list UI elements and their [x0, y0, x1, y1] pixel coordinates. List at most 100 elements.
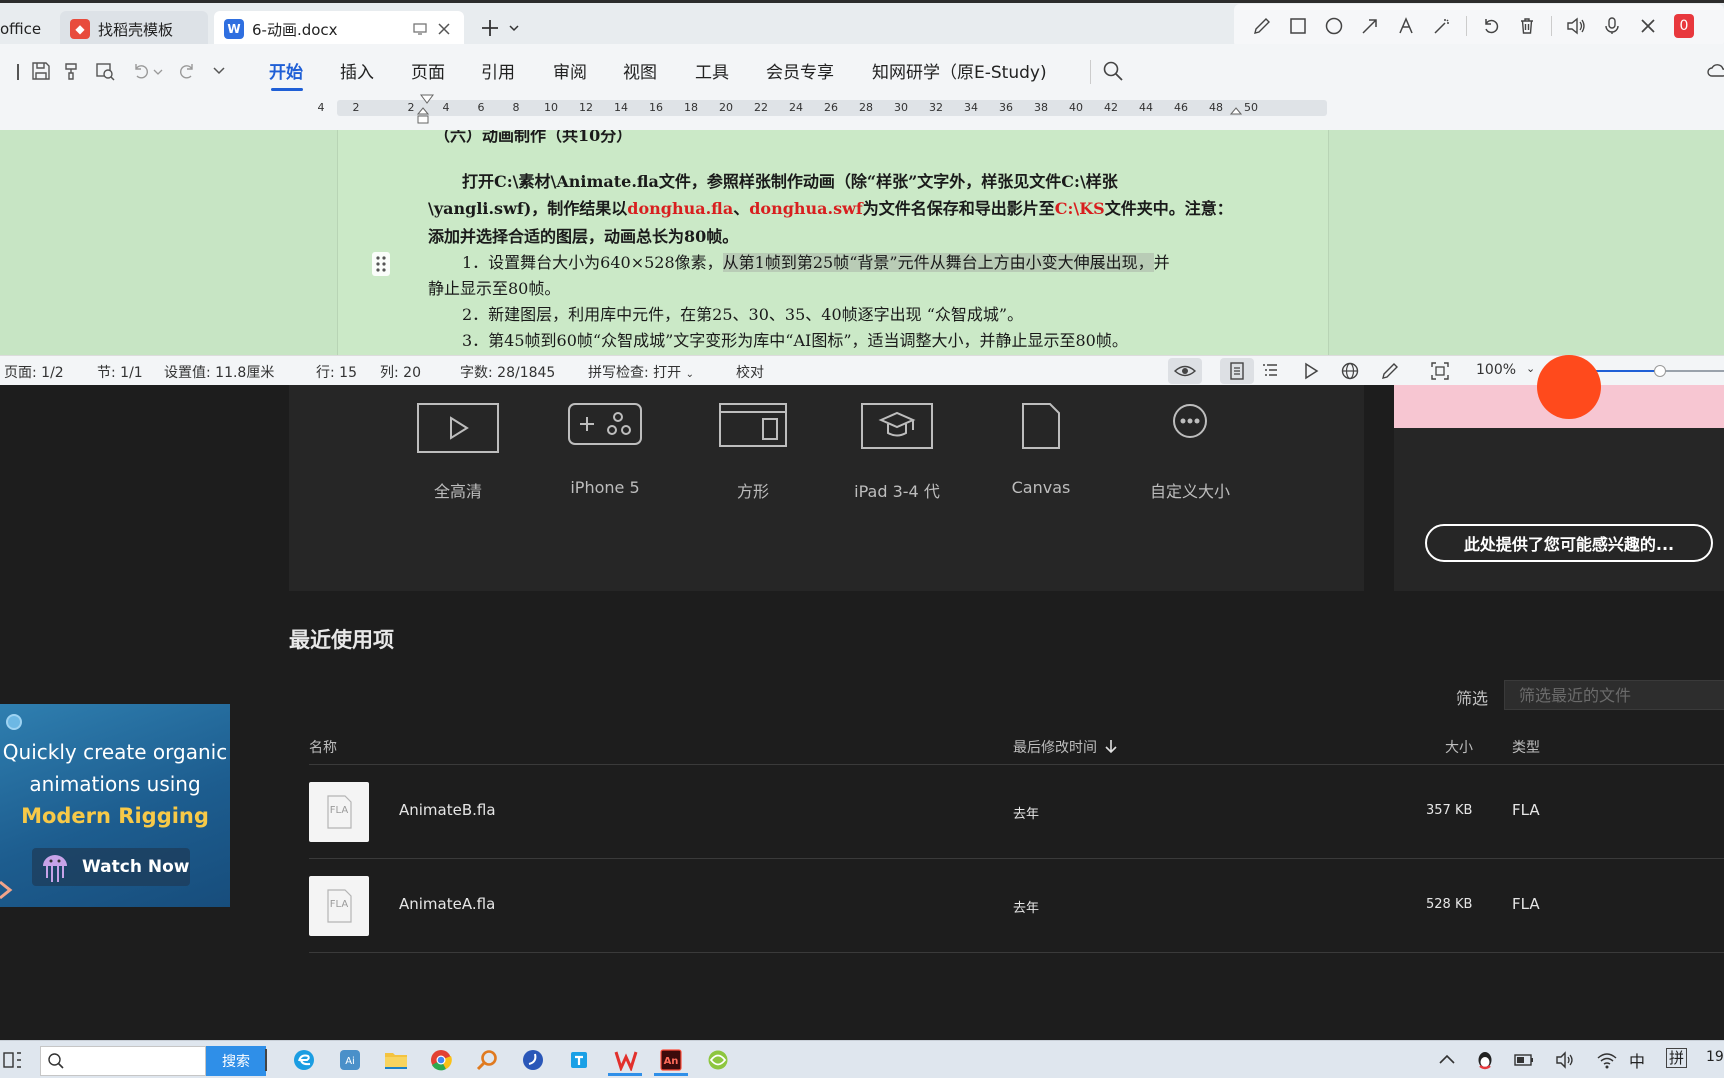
menu-review[interactable]: 审阅: [553, 60, 587, 86]
web-view-icon[interactable]: [1340, 361, 1360, 381]
right-indent-marker[interactable]: [1230, 107, 1242, 119]
ime-mode[interactable]: 拼: [1666, 1048, 1688, 1068]
eye-protect-icon[interactable]: [1168, 358, 1202, 384]
preset-ipad[interactable]: iPad 3-4 代: [822, 385, 972, 515]
print-preview-icon[interactable]: [94, 60, 116, 82]
browser-icon[interactable]: [707, 1049, 729, 1071]
save-icon[interactable]: [30, 60, 52, 82]
document-area[interactable]: （六）动画制作（共10分） 打开C:\素材\Animate.fla文件，参照样张…: [0, 130, 1724, 355]
chrome-icon[interactable]: [430, 1049, 452, 1071]
delete-icon[interactable]: [1509, 8, 1545, 44]
edit-pen-icon[interactable]: [1380, 361, 1400, 381]
taskbar-search-box[interactable]: [40, 1046, 206, 1076]
record-badge[interactable]: 0: [1666, 8, 1702, 44]
drag-handle-icon[interactable]: [372, 252, 390, 276]
chevron-up-icon[interactable]: [1436, 1049, 1458, 1071]
menu-insert[interactable]: 插入: [340, 60, 374, 86]
qq-icon[interactable]: [1474, 1049, 1496, 1071]
file-explorer-icon[interactable]: [384, 1049, 407, 1071]
close-tab-icon[interactable]: [436, 21, 452, 37]
battery-icon[interactable]: [1513, 1049, 1535, 1071]
menu-tools[interactable]: 工具: [695, 60, 729, 86]
wps-office-icon[interactable]: [608, 1049, 642, 1076]
preset-custom[interactable]: 自定义大小: [1115, 385, 1265, 515]
volume-icon[interactable]: [1554, 1049, 1576, 1071]
menu-references[interactable]: 引用: [481, 60, 515, 86]
new-tab-icon[interactable]: [480, 18, 500, 38]
magnifier-app-icon[interactable]: [476, 1049, 498, 1071]
edge-icon[interactable]: [293, 1049, 315, 1071]
more-chevron-icon[interactable]: [212, 66, 234, 88]
cloud-icon[interactable]: [1706, 60, 1724, 82]
arrow-icon[interactable]: [1352, 8, 1388, 44]
filter-input[interactable]: [1504, 680, 1724, 710]
promo-link-button[interactable]: 此处提供了您可能感兴趣的...: [1425, 524, 1713, 562]
sort-arrow-down-icon[interactable]: [1104, 738, 1118, 754]
watch-now-button[interactable]: Watch Now: [32, 848, 190, 886]
wifi-icon[interactable]: [1596, 1049, 1618, 1071]
menu-member[interactable]: 会员专享: [766, 60, 834, 86]
clock[interactable]: 19: [1706, 1049, 1724, 1065]
column-type[interactable]: 类型: [1512, 737, 1540, 757]
ime-language[interactable]: 中: [1629, 1048, 1645, 1072]
close-annotation-icon[interactable]: [1630, 8, 1666, 44]
magic-wand-icon[interactable]: [1424, 8, 1460, 44]
speaker-icon[interactable]: [1558, 8, 1594, 44]
column-name[interactable]: 名称: [309, 737, 337, 757]
status-spell-check[interactable]: 拼写检查: 打开 ⌄: [588, 362, 694, 382]
undo-icon[interactable]: [1473, 8, 1509, 44]
circle-icon[interactable]: [1316, 8, 1352, 44]
status-column[interactable]: 列: 20: [380, 362, 421, 382]
format-painter-icon[interactable]: [62, 60, 84, 82]
app-icon[interactable]: [522, 1049, 544, 1071]
tab-office[interactable]: office: [0, 11, 56, 47]
preset-canvas[interactable]: Canvas: [966, 385, 1116, 515]
chevron-down-icon[interactable]: [153, 68, 163, 90]
document-page[interactable]: （六）动画制作（共10分） 打开C:\素材\Animate.fla文件，参照样张…: [337, 130, 1329, 355]
status-word-count[interactable]: 字数: 28/1845: [460, 362, 555, 382]
microphone-icon[interactable]: [1594, 8, 1630, 44]
menu-page[interactable]: 页面: [411, 60, 445, 86]
play-icon[interactable]: [1301, 361, 1321, 381]
tab-document[interactable]: W 6-动画.docx: [214, 11, 464, 47]
app-icon[interactable]: [568, 1049, 590, 1071]
page-view-icon[interactable]: [1220, 358, 1254, 384]
menu-view[interactable]: 视图: [623, 60, 657, 86]
window-icon[interactable]: [412, 21, 428, 37]
preset-full-hd[interactable]: 全高清: [383, 385, 533, 515]
redo-icon[interactable]: [176, 60, 198, 82]
horizontal-ruler[interactable]: 4 2 2 4 6 8 10 12 14 16 18 20 22 24 26 28 30 32 34 36 38 40 42…: [318, 94, 1327, 124]
zoom-slider[interactable]: [1592, 365, 1724, 377]
app-icon[interactable]: Ai: [339, 1049, 361, 1071]
status-section[interactable]: 节: 1/1: [97, 362, 143, 382]
table-row[interactable]: FLA AnimateB.fla 去年 357 KB FLA: [309, 765, 1724, 858]
table-row[interactable]: FLA AnimateA.fla 去年 528 KB FLA: [309, 859, 1724, 952]
status-setting[interactable]: 设置值: 11.8厘米: [164, 362, 274, 382]
column-modified[interactable]: 最后修改时间: [1013, 737, 1097, 757]
zoom-slider-thumb[interactable]: [1654, 365, 1666, 377]
status-row[interactable]: 行: 15: [316, 362, 357, 382]
task-view-icon[interactable]: [2, 1049, 24, 1071]
outline-view-icon[interactable]: [1260, 361, 1280, 381]
status-proofread[interactable]: 校对: [736, 362, 764, 382]
column-size[interactable]: 大小: [1445, 737, 1473, 757]
undo-icon[interactable]: [130, 60, 152, 82]
first-indent-marker[interactable]: [420, 94, 434, 104]
menu-home[interactable]: 开始: [269, 60, 303, 86]
preset-iphone5[interactable]: iPhone 5: [530, 385, 680, 515]
pen-icon[interactable]: [1244, 8, 1280, 44]
rectangle-icon[interactable]: [1280, 8, 1316, 44]
search-icon[interactable]: [1102, 60, 1124, 82]
left-indent-marker[interactable]: [417, 107, 429, 127]
chevron-down-icon[interactable]: [508, 23, 520, 33]
adobe-animate-icon[interactable]: An: [654, 1049, 688, 1076]
preset-square[interactable]: 方形: [678, 385, 828, 515]
taskbar-search-button[interactable]: 搜索: [206, 1046, 266, 1076]
fit-page-icon[interactable]: [1430, 361, 1450, 381]
text-tool-icon[interactable]: [1388, 8, 1424, 44]
tab-template[interactable]: ◆ 找稻壳模板: [60, 11, 208, 47]
menu-cnki[interactable]: 知网研学（原E-Study): [872, 60, 1047, 86]
zoom-chevron-icon[interactable]: ⌄: [1526, 362, 1535, 375]
status-page[interactable]: 页面: 1/2: [4, 362, 64, 382]
zoom-level[interactable]: 100%: [1476, 362, 1516, 378]
